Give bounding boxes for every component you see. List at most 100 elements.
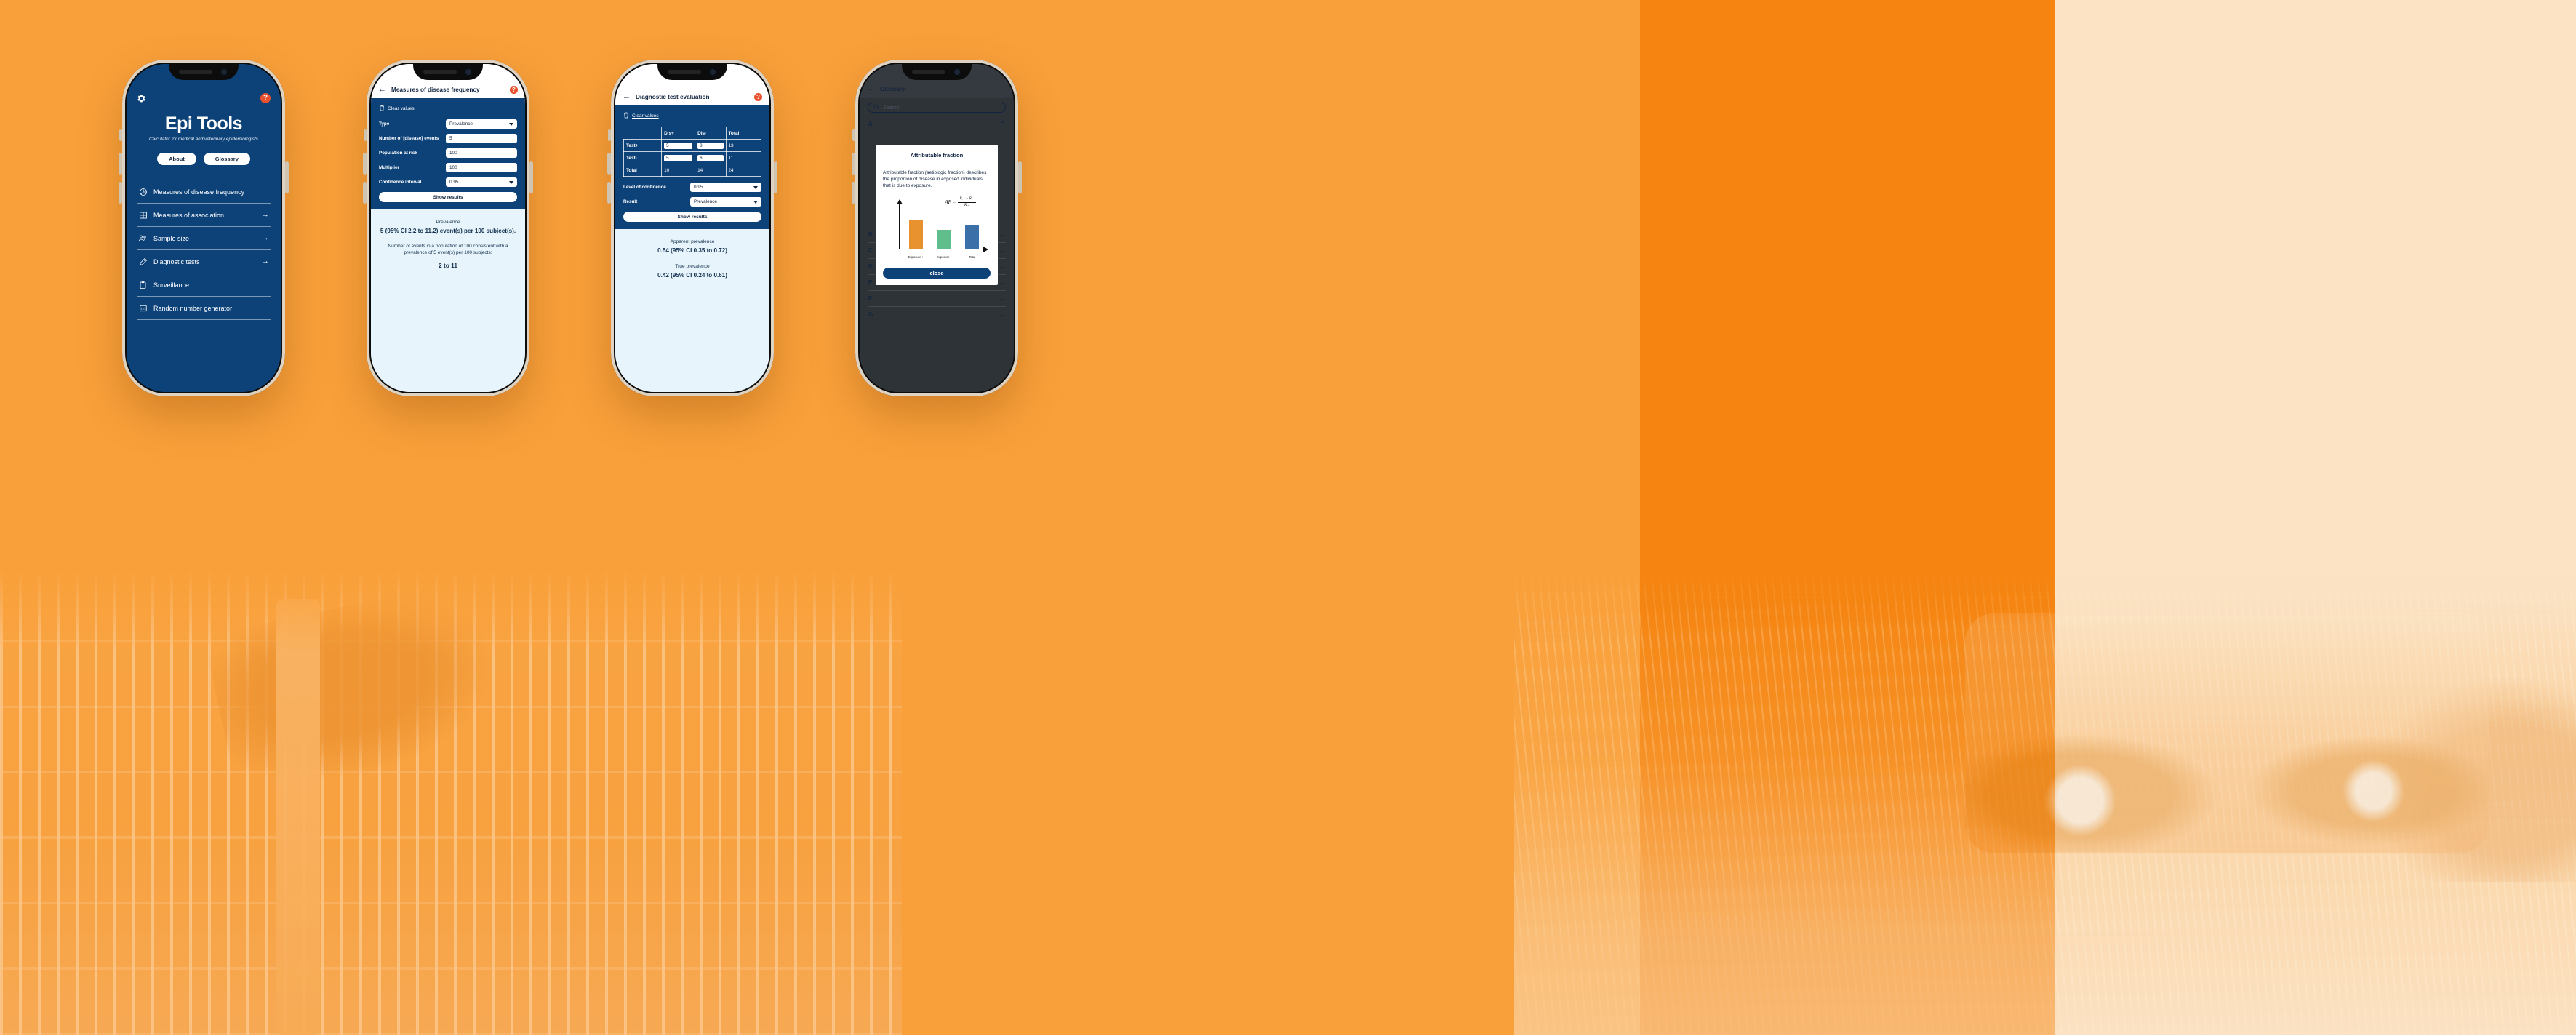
result-range: 2 to 11 <box>438 261 458 269</box>
glossary-section-g[interactable]: G ⌄ <box>868 307 1006 322</box>
help-icon[interactable]: ? <box>260 93 271 103</box>
field-label: Population at risk <box>379 151 417 156</box>
modal-body-text: Attributable fraction (aetiologic fracti… <box>883 170 987 188</box>
page-title: Glossary <box>880 86 905 92</box>
show-results-button[interactable]: Show results <box>379 192 517 202</box>
help-icon[interactable]: ? <box>510 86 518 94</box>
phone-screen-glossary: ← Glossary Search A ⌃ B ⌄ C ⌄ D ⌄ E ⌄ F … <box>860 64 1014 392</box>
events-input[interactable]: 5 <box>446 134 517 143</box>
menu-item-surveillance[interactable]: Surveillance <box>137 273 271 296</box>
phone-screen-diagnostic-test: ← Diagnostic test evaluation ? Clear val… <box>615 64 769 392</box>
menu-item-label: Random number generator <box>153 304 233 312</box>
glossary-section-a[interactable]: A ⌃ <box>868 116 1006 132</box>
cell-total-dis-neg: 14 <box>695 164 727 177</box>
glossary-definition-modal: Attributable fraction Attributable fract… <box>876 145 998 286</box>
apparent-prevalence-value: 0.54 (95% CI 0.35 to 0.72) <box>657 247 727 254</box>
gear-icon[interactable] <box>137 94 146 103</box>
menu-item-measures-of-association[interactable]: Measures of association → <box>137 203 271 226</box>
cell-total-dis-pos: 10 <box>661 164 696 177</box>
numbers-123-icon: 123 <box>138 303 148 313</box>
close-button[interactable]: close <box>883 268 991 279</box>
test-tube-icon <box>138 257 148 266</box>
population-input[interactable]: 100 <box>446 148 517 158</box>
menu-item-diagnostic-tests[interactable]: Diagnostic tests → <box>137 249 271 273</box>
cell-test-pos-dis-neg[interactable]: 8 <box>695 139 727 152</box>
results-panel-diagnostic-test: Apparent prevalence 0.54 (95% CI 0.35 to… <box>615 229 769 392</box>
cell-test-pos-dis-pos[interactable]: 5 <box>661 139 696 152</box>
clear-values-label: Clear values <box>632 113 659 119</box>
field-row-multiplier: Multiplier 100 <box>379 163 517 172</box>
field-label: Level of confidence <box>623 185 666 190</box>
clear-values-label: Clear values <box>388 106 415 111</box>
poster-canvas: ? Epi Tools Calculator for medical and v… <box>0 0 2576 1035</box>
cell-test-neg-dis-neg[interactable]: 6 <box>695 151 727 164</box>
cell-input[interactable]: 6 <box>697 154 724 161</box>
phone-notch <box>413 64 483 80</box>
glossary-button[interactable]: Glossary <box>203 153 250 165</box>
photo-poultry-cages <box>0 570 902 1035</box>
glossary-entry[interactable] <box>868 132 1006 142</box>
chevron-down-icon <box>509 122 513 126</box>
clear-values-button[interactable]: Clear values <box>623 112 761 120</box>
results-panel-disease-frequency: Prevalence 5 (95% CI 2.2 to 11.2) event(… <box>371 209 525 392</box>
menu-item-random-number-generator[interactable]: 123 Random number generator <box>137 296 271 320</box>
back-arrow-icon[interactable]: ← <box>623 93 631 101</box>
section-letter: B <box>868 231 873 238</box>
trash-icon <box>623 112 629 120</box>
table-row: Test- 5 6 11 <box>623 151 761 164</box>
section-letter: F <box>868 295 872 302</box>
multiplier-input[interactable]: 100 <box>446 163 517 172</box>
search-input[interactable]: Search <box>868 103 1006 113</box>
trash-icon <box>379 105 385 113</box>
page-title: Diagnostic test evaluation <box>636 94 710 100</box>
people-icon <box>138 233 148 243</box>
cell-test-pos-total: 13 <box>725 139 761 152</box>
back-arrow-icon[interactable]: ← <box>868 85 875 93</box>
arrow-right-icon: → <box>261 210 269 219</box>
confidence-interval-select[interactable]: 0.95 <box>446 177 517 187</box>
clear-values-button[interactable]: Clear values <box>379 105 517 113</box>
bar-group-total: Total <box>963 200 982 259</box>
help-icon[interactable]: ? <box>754 93 762 101</box>
bar-label: Exposure + <box>908 255 924 259</box>
photo-atv <box>1965 613 2489 853</box>
true-prevalence-label: True prevalence <box>675 264 710 270</box>
phone-notch <box>169 64 239 80</box>
field-row-confidence-interval: Confidence interval 0.95 <box>379 177 517 187</box>
chart-bars: Exposure + Exposure - Total <box>902 200 986 259</box>
pie-chart-icon <box>138 187 148 196</box>
cell-input[interactable]: 5 <box>664 154 693 161</box>
cell-input[interactable]: 5 <box>664 142 693 149</box>
show-results-button[interactable]: Show results <box>623 212 761 222</box>
field-label: Type <box>379 121 390 127</box>
section-letter: C <box>868 247 873 254</box>
table-row: Test+ 5 8 13 <box>623 139 761 152</box>
menu-item-label: Measures of disease frequency <box>153 188 245 196</box>
arrow-right-icon: → <box>261 233 269 242</box>
phone-screen-home: ? Epi Tools Calculator for medical and v… <box>127 64 281 392</box>
glossary-section-f[interactable]: F ⌄ <box>868 291 1006 307</box>
field-label: Confidence interval <box>379 180 422 185</box>
cell-test-neg-dis-pos[interactable]: 5 <box>661 151 696 164</box>
back-arrow-icon[interactable]: ← <box>378 86 386 94</box>
table-totals-row: Total 10 14 24 <box>623 164 761 177</box>
bar-exposure-minus <box>937 229 951 249</box>
result-select[interactable]: Prevalence <box>690 197 761 207</box>
menu-item-label: Sample size <box>153 234 190 242</box>
column-header-dis-neg: Dis- <box>695 127 727 140</box>
level-of-confidence-select[interactable]: 0.95 <box>690 183 761 192</box>
menu-item-measures-of-disease-frequency[interactable]: Measures of disease frequency <box>137 180 271 203</box>
clipboard-icon <box>138 280 148 289</box>
type-select[interactable]: Prevalence <box>446 119 517 129</box>
cell-input[interactable]: 8 <box>697 142 724 149</box>
bar-group-exposure-minus: Exposure - <box>935 200 953 259</box>
bar-total <box>965 225 980 249</box>
row-header-test-neg: Test- <box>623 151 663 164</box>
field-label: Number of [disease] events <box>379 136 439 141</box>
about-button[interactable]: About <box>157 153 196 165</box>
table-grid-icon <box>138 210 148 220</box>
chevron-down-icon: ⌄ <box>1000 263 1005 270</box>
menu-item-sample-size[interactable]: Sample size → <box>137 226 271 249</box>
app-subtitle: Calculator for medical and veterinary ep… <box>149 137 258 142</box>
photo-field <box>1514 570 2576 1035</box>
